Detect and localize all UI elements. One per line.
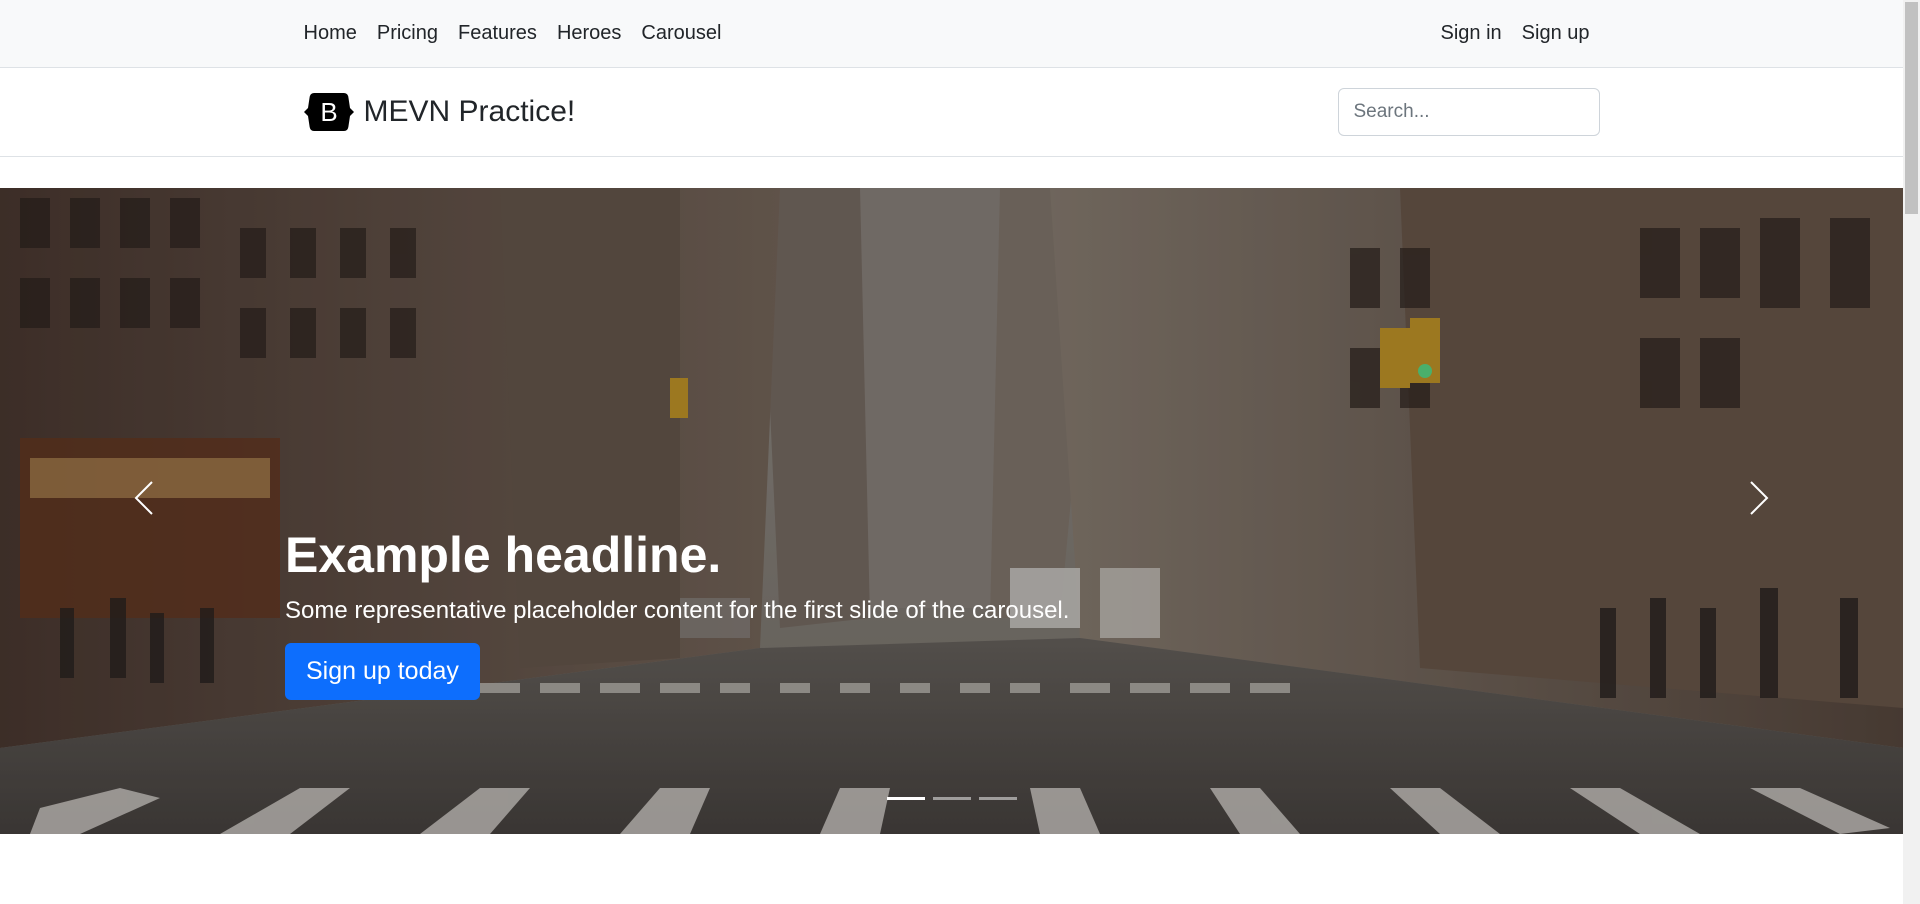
top-navbar-container: Home Pricing Features Heroes Carousel Si…	[292, 0, 1612, 67]
site-header: B MEVN Practice!	[0, 68, 1903, 157]
carousel-indicators	[0, 797, 1903, 800]
hero-carousel: Example headline. Some representative pl…	[0, 188, 1903, 834]
bootstrap-logo-icon: B	[303, 93, 354, 131]
search-input[interactable]	[1337, 88, 1600, 136]
carousel-indicator-1[interactable]	[886, 797, 925, 800]
slide-overlay	[0, 188, 1903, 834]
sign-in-link[interactable]: Sign in	[1441, 22, 1512, 45]
account-nav: Sign in Sign up	[1441, 22, 1600, 45]
carousel-next-button[interactable]	[1739, 473, 1779, 523]
nav-link-features[interactable]: Features	[448, 22, 547, 45]
top-navbar: Home Pricing Features Heroes Carousel Si…	[0, 0, 1903, 68]
bootstrap-logo-letter: B	[320, 97, 337, 127]
site-header-container: B MEVN Practice!	[292, 68, 1612, 156]
carousel-prev-button[interactable]	[124, 473, 164, 523]
page: Home Pricing Features Heroes Carousel Si…	[0, 0, 1903, 904]
nav-link-heroes[interactable]: Heroes	[547, 22, 631, 45]
sign-up-link[interactable]: Sign up	[1512, 22, 1600, 45]
carousel-indicator-3[interactable]	[978, 797, 1017, 800]
slide-description: Some representative placeholder content …	[285, 597, 1070, 624]
carousel-indicator-2[interactable]	[932, 797, 971, 800]
slide-headline: Example headline.	[285, 527, 722, 583]
primary-nav: Home Pricing Features Heroes Carousel	[304, 22, 732, 45]
brand-name: MEVN Practice!	[363, 95, 576, 128]
slide-caption: Example headline. Some representative pl…	[285, 528, 1069, 700]
nav-link-home[interactable]: Home	[304, 22, 367, 45]
nav-link-carousel[interactable]: Carousel	[631, 22, 731, 45]
nav-link-pricing[interactable]: Pricing	[367, 22, 448, 45]
sign-up-today-button[interactable]: Sign up today	[285, 643, 480, 700]
chevron-left-icon	[134, 481, 153, 515]
scrollbar-thumb[interactable]	[1905, 2, 1918, 214]
brand-link[interactable]: B MEVN Practice!	[303, 91, 576, 133]
page-scrollbar[interactable]	[1903, 0, 1920, 904]
chevron-right-icon	[1750, 481, 1769, 515]
